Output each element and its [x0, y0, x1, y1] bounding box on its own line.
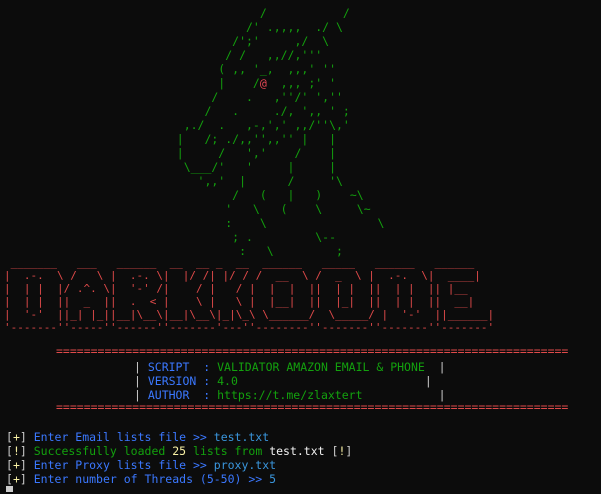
prompt-tag: +: [12, 458, 20, 472]
prompt-proxy-list: [+] Enter Proxy lists file >> proxy.txt: [6, 458, 277, 472]
info-key: SCRIPT: [147, 360, 197, 374]
prompt-tag: +: [12, 430, 20, 444]
typed-input: 5: [269, 472, 277, 486]
loaded-count: 25: [172, 444, 187, 458]
status-loaded-lists: [!] Successfully loaded 25 lists from te…: [6, 444, 353, 458]
separator-bottom: ========================================…: [56, 400, 569, 414]
prompt-tag: +: [12, 472, 20, 486]
terminal-window[interactable]: / / /' .,,,, ./ \ /';' ,/ \ / / ,,//,'''…: [0, 0, 601, 494]
dragon-eye: @: [259, 76, 267, 90]
info-key: VERSION: [147, 374, 197, 388]
terminal-cursor[interactable]: [6, 486, 13, 492]
prompt-tag: !: [12, 444, 20, 458]
loaded-file: test.txt: [269, 444, 325, 458]
prompt-email-list: [+] Enter Email lists file >> test.txt: [6, 430, 270, 444]
typed-input: proxy.txt: [213, 458, 277, 472]
ascii-dragon-art: / / /' .,,,, ./ \ /';' ,/ \ / / ,,//,'''…: [176, 6, 385, 258]
separator-top: ========================================…: [56, 344, 569, 358]
info-row-version: | VERSION : 4.0 |: [134, 374, 432, 388]
prompt-threads: [+] Enter number of Threads (5-50) >> 5: [6, 472, 277, 486]
info-value: VALIDATOR AMAZON EMAIL & PHONE: [217, 360, 425, 374]
script-info-box: | SCRIPT : VALIDATOR AMAZON EMAIL & PHON…: [134, 360, 446, 402]
info-value: 4.0: [217, 374, 238, 388]
typed-input: test.txt: [213, 430, 270, 444]
ascii-darkxcode-banner: _______ ___ ______ __ __ _ __ ______ ___…: [4, 256, 495, 334]
info-row-script: | SCRIPT : VALIDATOR AMAZON EMAIL & PHON…: [134, 360, 446, 374]
